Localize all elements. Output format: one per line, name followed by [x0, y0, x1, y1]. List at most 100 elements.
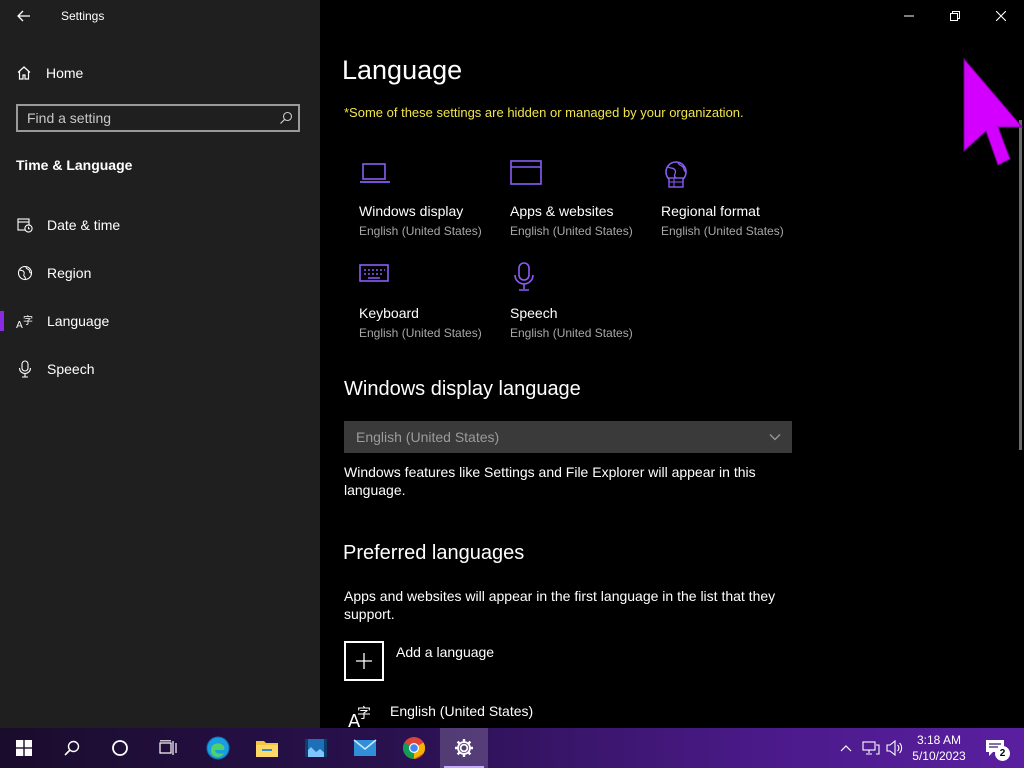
tile-apps-websites[interactable]: Apps & websites English (United States): [510, 160, 660, 250]
sidebar-item-label: Date & time: [47, 217, 121, 233]
language-list-item[interactable]: A字 English (United States): [344, 700, 534, 732]
notification-badge: 2: [995, 746, 1010, 761]
mail-icon: [353, 739, 377, 756]
mail-button[interactable]: [341, 728, 389, 768]
svg-text:A: A: [16, 320, 23, 329]
sidebar-item-label: Region: [47, 265, 92, 281]
edge-button[interactable]: [194, 728, 242, 768]
settings-icon: [455, 739, 473, 757]
clock-date: 5/10/2023: [912, 749, 966, 763]
file-explorer-icon: [256, 741, 278, 757]
home-icon: [17, 66, 31, 80]
photos-button[interactable]: [292, 728, 340, 768]
minimize-button[interactable]: [886, 0, 932, 32]
add-language-label: Add a language: [396, 644, 495, 660]
tile-subtitle: English (United States): [359, 326, 482, 340]
tile-title: Regional format: [661, 203, 760, 219]
dropdown-selected-value: English (United States): [356, 429, 500, 445]
app-title: Settings: [61, 9, 105, 23]
tile-speech[interactable]: Speech English (United States): [510, 262, 660, 352]
close-button[interactable]: [978, 0, 1024, 32]
settings-taskbar-button[interactable]: [440, 728, 488, 768]
browser-window-icon: [510, 160, 544, 194]
tile-title: Keyboard: [359, 305, 419, 321]
sidebar-item-region[interactable]: Region: [0, 253, 320, 293]
search-input[interactable]: [18, 109, 274, 127]
photos-icon: [305, 739, 327, 757]
search-icon[interactable]: [274, 111, 298, 125]
regional-format-icon: [661, 160, 695, 194]
cortana-button[interactable]: [96, 728, 144, 768]
start-button[interactable]: [0, 728, 48, 768]
sidebar-item-label: Language: [47, 313, 110, 329]
display-language-heading: Windows display language: [344, 378, 581, 400]
tile-subtitle: English (United States): [359, 224, 482, 238]
globe-icon: [16, 264, 34, 282]
search-icon: [64, 740, 80, 756]
sidebar-item-language[interactable]: A字 Language: [0, 301, 320, 341]
language-name: English (United States): [390, 703, 534, 719]
sidebar-item-date-time[interactable]: Date & time: [0, 205, 320, 245]
preferred-languages-heading: Preferred languages: [343, 542, 525, 564]
show-hidden-icons-button[interactable]: [836, 736, 856, 760]
taskbar-clock[interactable]: 3:18 AM 5/10/2023: [906, 732, 972, 764]
task-view-button[interactable]: [144, 728, 192, 768]
back-arrow-icon: [17, 10, 30, 22]
section-title: Time & Language: [16, 157, 133, 173]
restore-button[interactable]: [932, 0, 978, 32]
tile-keyboard[interactable]: Keyboard English (United States): [359, 262, 509, 352]
svg-text:字: 字: [23, 314, 33, 327]
calendar-clock-icon: [16, 216, 34, 234]
sidebar-item-speech[interactable]: Speech: [0, 349, 320, 389]
chevron-down-icon: [758, 433, 792, 441]
home-label: Home: [46, 65, 84, 81]
clock-time: 3:18 AM: [916, 733, 962, 747]
home-link[interactable]: Home: [16, 62, 83, 84]
tile-regional-format[interactable]: Regional format English (United States): [661, 160, 811, 250]
file-explorer-button[interactable]: [243, 728, 291, 768]
minimize-icon: [904, 15, 914, 17]
add-language-button[interactable]: Add a language: [344, 641, 494, 681]
mouse-cursor-icon: [960, 55, 1024, 172]
sidebar-item-label: Speech: [47, 361, 95, 377]
chrome-icon: [403, 737, 425, 759]
keyboard-icon: [359, 262, 393, 296]
tile-subtitle: English (United States): [510, 326, 633, 340]
restore-icon: [950, 11, 960, 21]
taskbar-search-button[interactable]: [48, 728, 96, 768]
search-box[interactable]: [16, 104, 300, 132]
start-icon: [16, 740, 32, 756]
page-title: Language: [342, 55, 463, 85]
network-icon: [862, 741, 880, 755]
microphone-icon: [16, 360, 34, 378]
tile-title: Speech: [510, 305, 558, 321]
display-language-dropdown[interactable]: English (United States): [344, 421, 792, 453]
chrome-button[interactable]: [390, 728, 438, 768]
managed-by-organization-notice: *Some of these settings are hidden or ma…: [344, 105, 744, 120]
svg-text:字: 字: [357, 706, 371, 722]
tile-title: Apps & websites: [510, 203, 614, 219]
chevron-up-icon: [840, 745, 852, 752]
task-view-icon: [159, 740, 177, 755]
tile-subtitle: English (United States): [510, 224, 633, 238]
network-button[interactable]: [861, 736, 881, 760]
preferred-languages-description: Apps and websites will appear in the fir…: [344, 588, 776, 622]
tile-title: Windows display: [359, 203, 464, 219]
action-center-button[interactable]: 2: [978, 732, 1012, 764]
display-language-description: Windows features like Settings and File …: [344, 464, 756, 498]
taskbar: 3:18 AM 5/10/2023 2: [0, 728, 1024, 768]
volume-icon: [886, 740, 903, 756]
tile-windows-display[interactable]: Windows display English (United States): [359, 160, 509, 250]
edge-icon: [206, 736, 230, 760]
close-icon: [996, 11, 1006, 21]
plus-icon: [344, 641, 384, 681]
cortana-icon: [112, 740, 128, 756]
sidebar: Settings Home Time & Language Date & tim…: [0, 0, 320, 728]
language-icon: A字: [16, 312, 34, 330]
selection-indicator: [0, 311, 4, 331]
laptop-icon: [359, 160, 393, 194]
volume-button[interactable]: [885, 736, 905, 760]
language-icon: A字: [344, 700, 372, 732]
back-button[interactable]: [10, 4, 38, 28]
tile-subtitle: English (United States): [661, 224, 784, 238]
